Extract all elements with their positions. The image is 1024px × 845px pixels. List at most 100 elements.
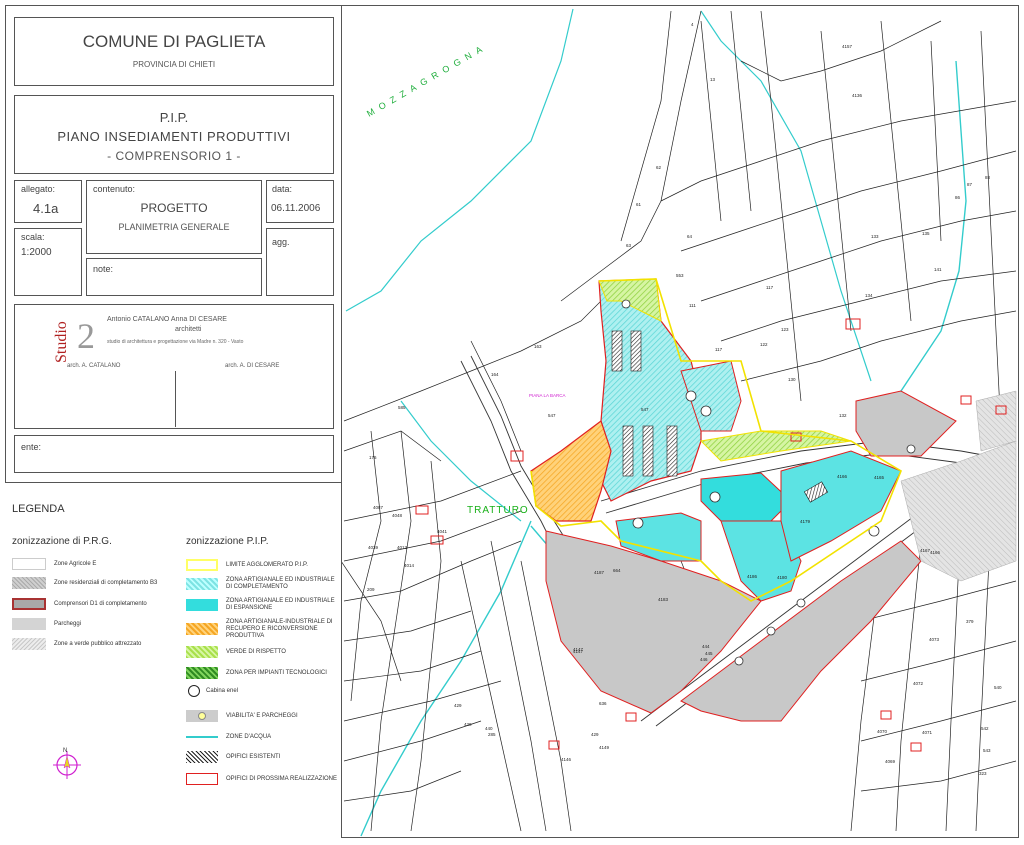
parcel-number: 4165 xyxy=(874,475,885,480)
legend-label: ZONA PER IMPIANTI TECNOLOGICI xyxy=(226,669,327,676)
data-value: 06.11.2006 xyxy=(271,203,321,214)
parcel-number: 553 xyxy=(676,273,684,278)
parcel-number: 547 xyxy=(641,407,649,412)
parcel-number: 4070 xyxy=(877,729,888,734)
parcel-number: 4013 xyxy=(397,545,408,550)
legend-swatch xyxy=(12,577,46,589)
legend-pip-item: Cabina enel xyxy=(186,684,238,698)
legend-swatch xyxy=(186,710,218,722)
legend-swatch xyxy=(186,751,218,763)
comprensorio-title: - COMPRENSORIO 1 - xyxy=(107,149,241,163)
signature-divider xyxy=(175,371,176,427)
note-label: note: xyxy=(93,264,114,274)
parcel-number: 4186 xyxy=(747,574,758,579)
grey-zone xyxy=(975,390,1017,452)
parcel-number: 4146 xyxy=(561,757,572,762)
parcel-number: 664 xyxy=(613,568,621,573)
parcel-number: 585 xyxy=(398,405,406,410)
parcel-number: 123 xyxy=(781,327,789,332)
legend-swatch xyxy=(12,638,46,650)
parcel-number: 4072 xyxy=(913,681,924,686)
parcel-number: 176 xyxy=(369,455,377,460)
parcel-number: 429 xyxy=(454,703,462,708)
allegato-box: allegato: 4.1a xyxy=(14,180,82,223)
legend-swatch xyxy=(186,646,218,658)
legend-swatch xyxy=(186,559,218,571)
legend-swatch xyxy=(186,736,218,738)
parcel-number: 440 xyxy=(485,726,493,731)
contenuto-sub: PLANIMETRIA GENERALE xyxy=(118,222,230,232)
parcel-number: 4187 xyxy=(594,570,605,575)
parcel-number: 446 xyxy=(700,657,708,662)
studio-box: Studio 2 Antonio CATALANO Anna DI CESARE… xyxy=(14,304,334,429)
legend-prg-item: Zone residenziali di completamento B3 xyxy=(12,576,157,590)
scala-label: scala: xyxy=(21,232,45,242)
parcel-number: 430 xyxy=(464,722,472,727)
legend-prg-item: Zone a verde pubblico attrezzato xyxy=(12,637,141,651)
data-label: data: xyxy=(272,184,293,194)
legend-swatch xyxy=(186,667,218,679)
parcel-number: 4179 xyxy=(800,519,811,524)
parcel-number: 445 xyxy=(705,651,713,656)
parcel-number: 542 xyxy=(981,726,989,731)
compass-label: N xyxy=(63,748,67,754)
legend-label: Parcheggi xyxy=(54,621,82,627)
allegato-label: allegato: xyxy=(21,184,56,194)
parcel-number: 4136 xyxy=(852,93,863,98)
legend-pip-item: OPIFICI DI PROSSIMA REALIZZAZIONE xyxy=(186,772,337,786)
legend-label: Zone residenziali di completamento B3 xyxy=(54,580,158,586)
legend-pip-item: ZONA ARTIGIANALE ED INDUSTRIALE DI COMPL… xyxy=(186,577,336,591)
parcel-number: 429 xyxy=(591,732,599,737)
parcel-number: 87 xyxy=(967,182,973,187)
parcel-number: 4014 xyxy=(404,563,415,568)
legend-prg-title: zonizzazione di P.R.G. xyxy=(12,536,112,547)
provincia-label: PROVINCIA DI CHIETI xyxy=(132,60,216,69)
parcel-number: 4071 xyxy=(922,730,933,735)
ente-label: ente: xyxy=(21,442,42,452)
legend-swatch xyxy=(12,598,46,610)
parcel-number: 4149 xyxy=(599,745,610,750)
legend-pip-item: ZONA ARTIGIANALE-INDUSTRIALE DI RECUPERO… xyxy=(186,618,336,639)
parcel-number: 543 xyxy=(983,748,991,753)
tratturo-label: TRATTURO xyxy=(467,505,529,516)
allegato-value: 4.1a xyxy=(33,201,59,216)
contenuto-box: contenuto: PROGETTO PLANIMETRIA GENERALE xyxy=(86,180,262,254)
legend-swatch xyxy=(186,773,218,785)
pip-orange-zone xyxy=(530,420,612,522)
parcel-number: 88 xyxy=(985,175,991,180)
parcel-number: 4039 xyxy=(368,545,379,550)
parcel-number: 163 xyxy=(534,344,542,349)
parcel-number: 4147 xyxy=(573,649,584,654)
legend-prg-item: Comprensori D1 di completamento xyxy=(12,597,147,611)
parcel-number: 547 xyxy=(548,413,556,418)
parcel-number: 63 xyxy=(626,243,632,248)
parcel-number: 636 xyxy=(599,701,607,706)
parcel-number: 133 xyxy=(871,234,879,239)
legend-label: OPIFICI DI PROSSIMA REALIZZAZIONE xyxy=(226,775,338,782)
mozzagrogna-label: MOZZAGROGNA xyxy=(365,41,489,118)
legend-label: Cabina enel xyxy=(206,687,239,694)
agg-label: agg. xyxy=(272,237,290,247)
parcel-number: 4069 xyxy=(885,759,896,764)
parcel-number: 13 xyxy=(710,77,716,82)
scala-box: scala: 1:2000 xyxy=(14,228,82,296)
parcel-number: 111 xyxy=(689,303,696,308)
stream-line xyxy=(400,400,522,522)
studio-logo-number: 2 xyxy=(77,316,95,356)
parcel-number: 4180 xyxy=(777,575,788,580)
legend-label: ZONA ARTIGIANALE-INDUSTRIALE DI RECUPERO… xyxy=(226,618,333,639)
legend-pip-item: ZONA PER IMPIANTI TECNOLOGICI xyxy=(186,666,327,680)
parcel-number: 540 xyxy=(994,685,1002,690)
legend-label: VIABILITA' E PARCHEGGI xyxy=(226,712,298,719)
legend-label: VERDE DI RISPETTO xyxy=(226,648,286,655)
pip-green-strip xyxy=(699,430,852,462)
legend-label: OPIFICI ESISTENTI xyxy=(226,753,281,760)
parcel-number: 285 xyxy=(488,732,496,737)
contenuto-title: PROGETTO xyxy=(140,201,208,215)
legend-swatch xyxy=(186,599,218,611)
parcel-number: 209 xyxy=(367,587,375,592)
note-box: note: xyxy=(86,258,262,296)
legend-label: ZONE D'ACQUA xyxy=(226,733,272,740)
legend-pip-item: ZONA ARTIGIANALE ED INDUSTRIALE DI ESPAN… xyxy=(186,598,336,612)
parcel-number: 323 xyxy=(979,771,987,776)
